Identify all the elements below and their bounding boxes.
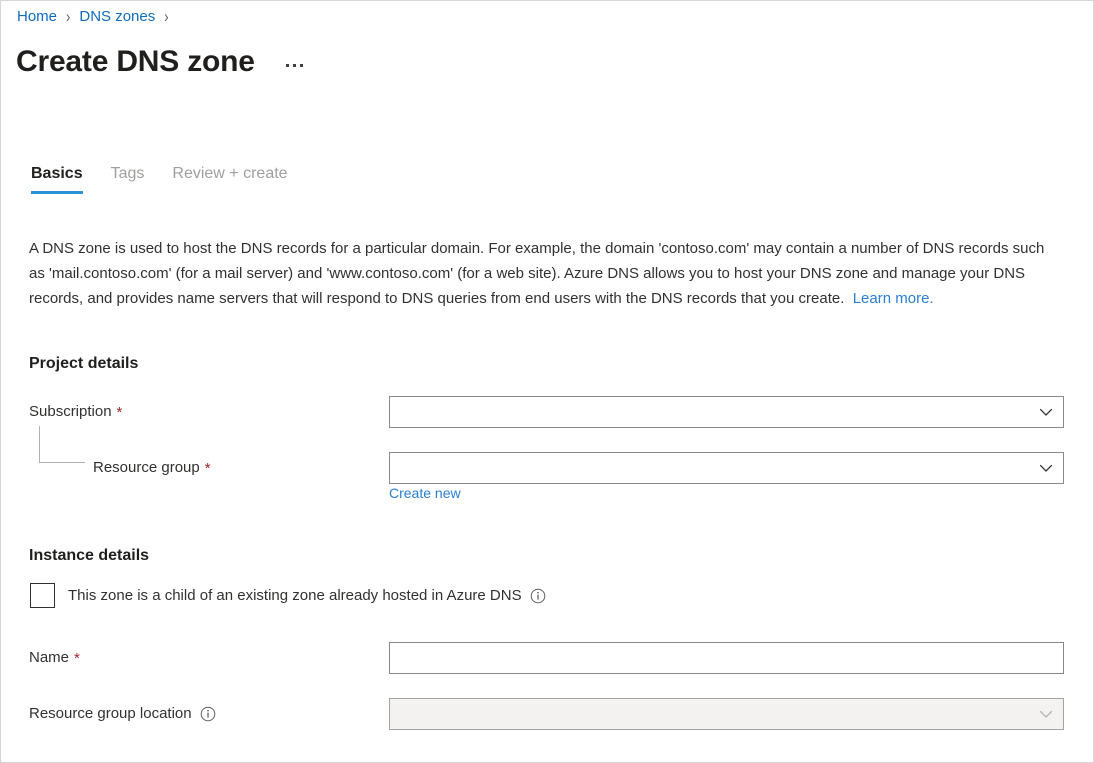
resource-group-dropdown[interactable]	[389, 452, 1064, 484]
more-options-ellipsis-icon[interactable]	[283, 60, 306, 71]
child-zone-checkbox[interactable]	[30, 583, 55, 608]
blade-description: A DNS zone is used to host the DNS recor…	[29, 236, 1049, 311]
chevron-down-icon	[1039, 461, 1053, 475]
subscription-label-text: Subscription	[29, 402, 112, 422]
field-row-name: Name *	[29, 642, 1063, 674]
field-row-resource-group-location: Resource group location	[29, 698, 1063, 730]
subscription-control	[389, 396, 1064, 428]
resource-group-location-control	[389, 698, 1064, 730]
resource-group-label: Resource group *	[29, 452, 389, 478]
section-heading-instance-details: Instance details	[29, 545, 149, 567]
name-label-text: Name	[29, 648, 69, 668]
field-row-subscription: Subscription *	[29, 396, 1063, 428]
info-icon[interactable]	[200, 706, 216, 722]
resource-group-location-label: Resource group location	[29, 698, 389, 724]
title-row: Create DNS zone	[16, 43, 306, 81]
breadcrumb-item-home[interactable]: Home	[17, 7, 57, 27]
name-control	[389, 642, 1064, 674]
breadcrumb-separator-icon: ›	[66, 5, 70, 30]
chevron-down-icon	[1039, 707, 1053, 721]
breadcrumb-item-dns-zones[interactable]: DNS zones	[79, 7, 155, 27]
name-label: Name *	[29, 642, 389, 668]
tab-list: Basics Tags Review + create	[29, 163, 302, 194]
resource-group-location-dropdown	[389, 698, 1064, 730]
child-zone-checkbox-label[interactable]: This zone is a child of an existing zone…	[68, 586, 522, 606]
page-title: Create DNS zone	[16, 43, 255, 81]
chevron-down-icon	[1039, 405, 1053, 419]
field-row-resource-group: Resource group *	[29, 452, 1063, 484]
subscription-dropdown[interactable]	[389, 396, 1064, 428]
tab-tags[interactable]: Tags	[97, 163, 159, 194]
learn-more-link[interactable]: Learn more.	[853, 290, 934, 307]
name-input[interactable]	[389, 642, 1064, 674]
child-zone-checkbox-row: This zone is a child of an existing zone…	[30, 583, 546, 608]
resource-group-control	[389, 452, 1064, 484]
resource-group-location-label-text: Resource group location	[29, 704, 192, 724]
subscription-label: Subscription *	[29, 396, 389, 422]
section-heading-project-details: Project details	[29, 353, 138, 375]
breadcrumb: Home › DNS zones ›	[17, 7, 178, 27]
subscription-required-marker: *	[117, 405, 123, 420]
ellipsis-dot	[293, 64, 296, 67]
create-dns-zone-blade: Home › DNS zones › Create DNS zone Basic…	[0, 0, 1094, 763]
create-new-resource-group-link[interactable]: Create new	[389, 484, 461, 503]
ellipsis-dot	[300, 64, 303, 67]
breadcrumb-separator-icon: ›	[164, 5, 168, 30]
tab-review-create[interactable]: Review + create	[158, 163, 301, 194]
ellipsis-dot	[286, 64, 289, 67]
info-icon[interactable]	[530, 588, 546, 604]
resource-group-label-text: Resource group	[93, 458, 200, 478]
resource-group-required-marker: *	[205, 461, 211, 476]
name-required-marker: *	[74, 651, 80, 666]
tab-basics[interactable]: Basics	[29, 163, 97, 194]
